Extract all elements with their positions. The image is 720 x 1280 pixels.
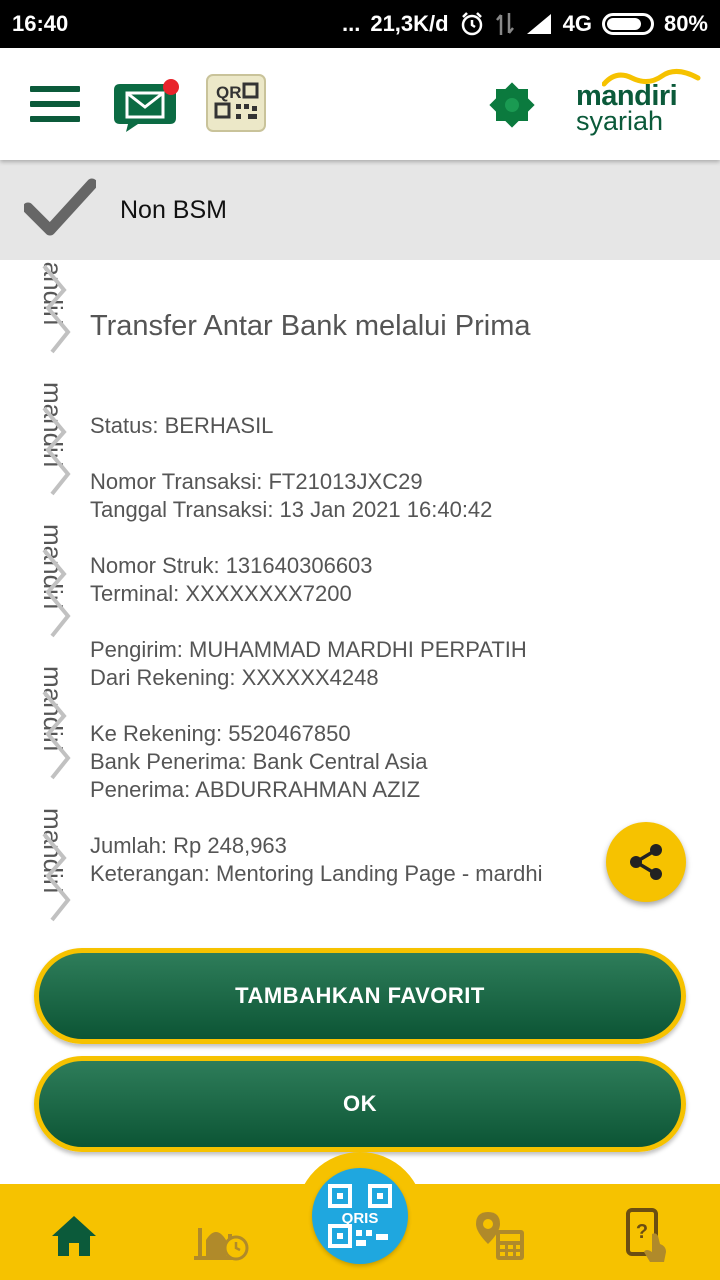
mandiri-syariah-logo: mandiri syariah (574, 68, 706, 138)
messages-button[interactable] (114, 78, 180, 134)
watermark-wave-icon (42, 406, 71, 496)
add-favorite-button[interactable]: TAMBAHKAN FAVORIT (34, 948, 686, 1044)
status-bar: 16:40 ... 21,3K/d 4G 80% (0, 0, 720, 48)
notification-dot (163, 79, 179, 95)
checkmark-icon (24, 178, 96, 236)
alarm-icon (459, 11, 485, 37)
svg-text:?: ? (636, 1221, 648, 1243)
watermark-logo: mandiri (8, 666, 78, 780)
home-icon[interactable] (46, 1208, 102, 1264)
status-time: 16:40 (12, 11, 69, 36)
signal-icon (525, 12, 553, 36)
location-calculator-icon[interactable] (472, 1208, 528, 1264)
receipt-line: Jumlah: Rp 248,963 (90, 833, 287, 858)
share-icon (630, 844, 662, 880)
qr-code-button[interactable]: QR (206, 74, 266, 132)
receipt-title: Transfer Antar Bank melalui Prima (90, 310, 531, 342)
receipt-line: Dari Rekening: XXXXXX4248 (90, 665, 379, 690)
ok-button[interactable]: OK (34, 1056, 686, 1152)
qris-label: QRIS (342, 1210, 379, 1227)
status-dots: ... (341, 11, 361, 36)
battery-icon (601, 13, 654, 35)
status-network: 4G (562, 11, 592, 36)
receipt-line: Pengirim: MUHAMMAD MARDHI PERPATIH (90, 637, 527, 662)
receipt-line: Terminal: XXXXXXXX7200 (90, 581, 352, 606)
app-header: QR mandiri syariah (0, 48, 720, 160)
envelope-icon (114, 79, 179, 132)
watermark-wave-icon (42, 548, 71, 638)
receipt-line: Status: BERHASIL (90, 413, 274, 438)
qris-button[interactable]: QRIS (312, 1168, 408, 1264)
watermark-logo: mandiri (8, 524, 78, 638)
category-label: Non BSM (120, 196, 227, 224)
watermark-wave-icon (42, 264, 71, 354)
watermark-logo: mandiri (8, 808, 78, 922)
receipt-line: Nomor Transaksi: FT21013JXC29 (90, 469, 423, 494)
receipt-line: Keterangan: Mentoring Landing Page - mar… (90, 861, 543, 886)
brand-subname: syariah (576, 106, 664, 136)
help-phone-icon[interactable]: ? (618, 1208, 674, 1264)
share-button[interactable] (606, 822, 686, 902)
receipt-line: Ke Rekening: 5520467850 (90, 721, 351, 746)
qris-icon: QRIS (328, 1184, 392, 1248)
app-screen: 16:40 ... 21,3K/d 4G 80% QR mandiri syar… (0, 0, 720, 1280)
qr-code-icon: QR (206, 74, 266, 132)
receipt-line: Bank Penerima: Bank Central Asia (90, 749, 428, 774)
receipt-line: Nomor Struk: 131640306603 (90, 553, 373, 578)
category-bar: Non BSM (0, 160, 720, 260)
transaction-receipt: mandiri mandiri mandiri mandiri mandiri … (0, 260, 720, 932)
status-net-speed: 21,3K/d (370, 11, 449, 36)
receipt-line: Penerima: ABDURRAHMAN AZIZ (90, 777, 421, 802)
qr-label: QR (216, 83, 242, 102)
star-emblem-icon (488, 81, 536, 129)
receipt-line: Tanggal Transaksi: 13 Jan 2021 16:40:42 (90, 497, 493, 522)
watermark-wave-icon (42, 690, 71, 780)
watermark-wave-icon (42, 832, 71, 922)
watermark-logo: mandiri (8, 382, 78, 496)
data-transfer-icon (495, 11, 515, 37)
status-battery: 80% (663, 11, 708, 36)
hamburger-menu-icon[interactable] (30, 86, 80, 122)
mosque-clock-icon[interactable] (194, 1208, 250, 1264)
watermark-logo: mandiri (8, 260, 78, 354)
